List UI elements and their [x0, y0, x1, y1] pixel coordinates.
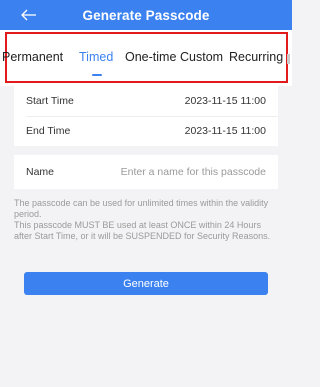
tab-timed[interactable]: Timed	[79, 50, 113, 64]
passcode-note: The passcode can be used for unlimited t…	[14, 198, 280, 242]
note-line-1: The passcode can be used for unlimited t…	[14, 198, 269, 219]
start-time-label: Start Time	[26, 95, 74, 107]
tab-overflow-edge	[287, 54, 290, 64]
page-title: Generate Passcode	[82, 7, 210, 23]
start-time-row[interactable]: Start Time 2023-11-15 11:00	[14, 86, 278, 116]
time-card: Start Time 2023-11-15 11:00 End Time 202…	[14, 86, 278, 146]
tab-bar: Permanent Timed One-time Custom Recurrin…	[0, 30, 292, 86]
note-line-2: This passcode MUST BE used at least ONCE…	[14, 220, 271, 241]
name-card: Name Enter a name for this passcode	[14, 155, 278, 189]
end-time-row[interactable]: End Time 2023-11-15 11:00	[14, 116, 278, 146]
name-label: Name	[26, 166, 55, 178]
back-arrow-icon[interactable]	[20, 6, 38, 24]
tab-recurring[interactable]: Recurring	[229, 50, 283, 64]
tab-custom[interactable]: Custom	[180, 50, 223, 64]
tab-permanent[interactable]: Permanent	[2, 50, 63, 64]
top-bar: Generate Passcode	[0, 0, 292, 30]
tab-one-time[interactable]: One-time	[125, 50, 176, 64]
end-time-label: End Time	[26, 125, 71, 137]
start-time-value[interactable]: 2023-11-15 11:00	[185, 95, 266, 107]
active-tab-indicator	[92, 74, 102, 76]
end-time-value[interactable]: 2023-11-15 11:00	[185, 125, 266, 137]
name-row[interactable]: Name Enter a name for this passcode	[14, 157, 278, 187]
name-input[interactable]: Enter a name for this passcode	[121, 166, 266, 178]
generate-button[interactable]: Generate	[24, 272, 268, 295]
